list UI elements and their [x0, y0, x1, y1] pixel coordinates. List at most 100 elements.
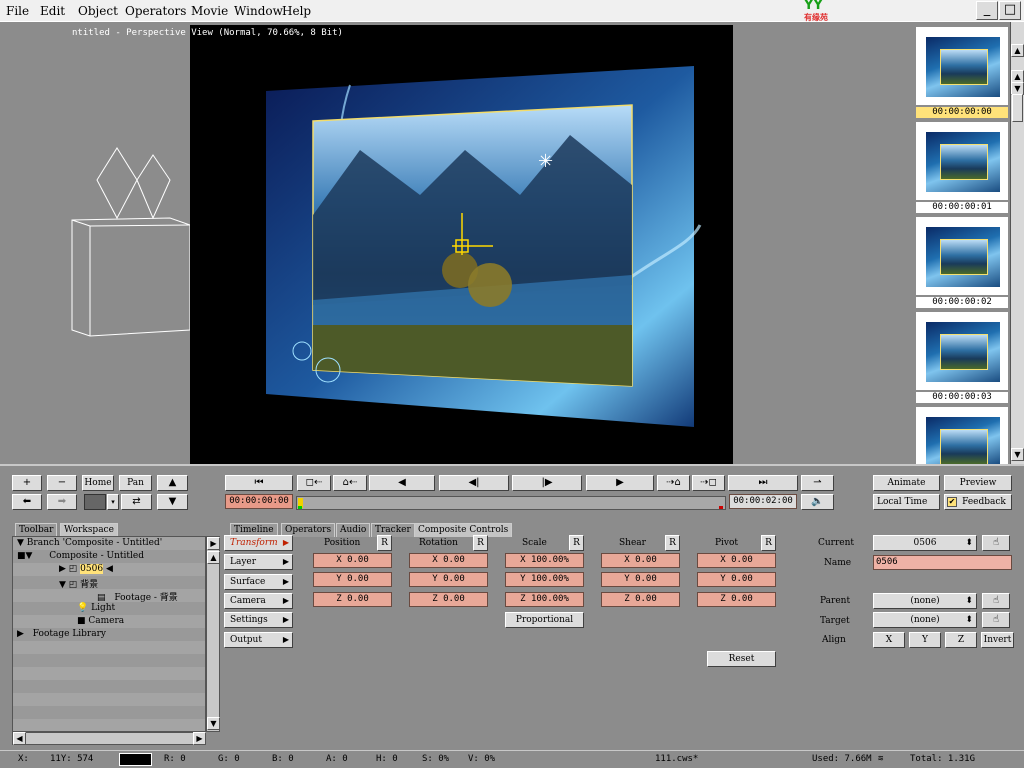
end-time-field[interactable]: 00:00:02:00 — [729, 494, 797, 509]
pan-button[interactable]: Pan — [119, 475, 152, 491]
timeline-scrubber[interactable] — [296, 496, 726, 510]
shear-reset-button[interactable]: R — [665, 535, 680, 551]
restore-button[interactable]: □ — [999, 1, 1021, 20]
film-frame[interactable] — [916, 407, 1008, 465]
up-arrow-icon[interactable]: ▲ — [157, 475, 188, 491]
color-swatch[interactable] — [84, 494, 106, 510]
align-x-button[interactable]: X — [873, 632, 905, 648]
filmstrip-scrollbar[interactable]: ▲ ▲ ▼ ▼ — [1010, 22, 1024, 464]
output-button[interactable]: Output — [224, 632, 293, 648]
go-to-end-icon[interactable]: ⏭ — [728, 475, 798, 491]
scroll-left-icon[interactable]: ◀ — [13, 732, 26, 745]
tab-workspace[interactable]: Workspace — [60, 523, 118, 537]
parent-select[interactable]: (none) ⬍ — [873, 593, 977, 609]
transform-button[interactable]: Transform — [224, 535, 293, 551]
position-z-field[interactable]: Z 0.00 — [313, 592, 392, 607]
tree-layer-bg[interactable]: ▼ ◰ 背景 — [59, 577, 98, 590]
proportional-button[interactable]: Proportional — [505, 612, 584, 628]
back-arrow-icon[interactable]: ⬅ — [12, 494, 42, 510]
menu-edit[interactable]: Edit — [40, 4, 65, 18]
tree-layer-0506[interactable]: ▶ ◰ 0506 ◀ — [59, 564, 113, 574]
go-to-start-icon[interactable]: ⏮ — [225, 475, 293, 491]
zoom-in-button[interactable]: + — [12, 475, 42, 491]
pivot-z-field[interactable]: Z 0.00 — [697, 592, 776, 607]
pick-icon[interactable]: ☝ — [982, 593, 1010, 609]
tree-composite[interactable]: ■▼ Composite - Untitled — [17, 551, 144, 561]
tree-vscrollbar[interactable]: ▶ ▲ ▼ — [206, 536, 220, 732]
rotation-x-field[interactable]: X 0.00 — [409, 553, 488, 568]
menu-movie[interactable]: Movie — [191, 4, 228, 18]
tree-camera[interactable]: ■ Camera — [77, 616, 124, 626]
speaker-icon[interactable]: 🔈 — [801, 494, 834, 510]
surface-button[interactable]: Surface — [224, 574, 293, 590]
rotation-reset-button[interactable]: R — [473, 535, 488, 551]
play-reverse-icon[interactable]: ◀ — [369, 475, 435, 491]
set-in-icon[interactable]: ◻⇠ — [297, 475, 331, 491]
feedback-checkbox[interactable]: ✔ Feedback — [944, 494, 1012, 510]
start-time-field[interactable]: 00:00:00:00 — [225, 494, 293, 509]
tab-composite-controls[interactable]: Composite Controls — [414, 523, 513, 537]
next-key-icon[interactable]: ⇢⌂ — [657, 475, 690, 491]
zoom-out-button[interactable]: − — [47, 475, 77, 491]
camera-button[interactable]: Camera — [224, 593, 293, 609]
align-z-button[interactable]: Z — [945, 632, 977, 648]
scroll-down-icon[interactable]: ▼ — [1011, 448, 1024, 461]
scale-x-field[interactable]: X 100.00% — [505, 553, 584, 568]
scroll-down-icon[interactable]: ▼ — [207, 717, 220, 730]
scale-y-field[interactable]: Y 100.00% — [505, 572, 584, 587]
reset-button[interactable]: Reset — [707, 651, 776, 667]
tree-footage-library[interactable]: ▶ Footage Library — [17, 629, 106, 639]
minimize-button[interactable]: _ — [976, 1, 998, 20]
pick-icon[interactable]: ☝ — [982, 612, 1010, 628]
name-input[interactable]: 0506 — [873, 555, 1012, 570]
play-icon[interactable]: ▶ — [586, 475, 654, 491]
invert-button[interactable]: Invert — [981, 632, 1014, 648]
step-forward-icon[interactable]: |▶ — [512, 475, 582, 491]
swatch-dropdown-icon[interactable]: ▾ — [107, 494, 119, 510]
animate-button[interactable]: Animate — [873, 475, 940, 491]
pick-icon[interactable]: ☝ — [982, 535, 1010, 551]
film-frame[interactable] — [916, 312, 1008, 390]
film-frame[interactable] — [916, 217, 1008, 295]
preview-button[interactable]: Preview — [944, 475, 1012, 491]
tree-branch[interactable]: ▼ Branch 'Composite - Untitled' — [17, 538, 162, 548]
scroll-right-icon[interactable]: ▶ — [207, 537, 220, 550]
shear-z-field[interactable]: Z 0.00 — [601, 592, 680, 607]
rotation-z-field[interactable]: Z 0.00 — [409, 592, 488, 607]
loop-icon[interactable]: ⇀ — [801, 475, 834, 491]
shear-x-field[interactable]: X 0.00 — [601, 553, 680, 568]
shear-y-field[interactable]: Y 0.00 — [601, 572, 680, 587]
scroll-right-icon[interactable]: ▶ — [193, 732, 206, 745]
forward-arrow-icon[interactable]: ➡ — [47, 494, 77, 510]
tab-toolbar[interactable]: Toolbar — [15, 523, 58, 537]
pivot-reset-button[interactable]: R — [761, 535, 776, 551]
menu-object[interactable]: Object — [78, 4, 118, 18]
film-frame[interactable] — [916, 122, 1008, 200]
local-time-select[interactable]: Local Time — [873, 494, 940, 510]
pivot-x-field[interactable]: X 0.00 — [697, 553, 776, 568]
position-x-field[interactable]: X 0.00 — [313, 553, 392, 568]
workspace-tree[interactable]: ▼ Branch 'Composite - Untitled' ■▼ Compo… — [12, 536, 206, 732]
tree-footage[interactable]: ▤ Footage - 背景 — [97, 590, 178, 603]
render-view[interactable]: ✳ — [190, 25, 733, 464]
step-back-icon[interactable]: ◀| — [439, 475, 509, 491]
menu-file[interactable]: File — [6, 4, 29, 18]
prev-key-icon[interactable]: ⌂⇠ — [333, 475, 367, 491]
menu-window[interactable]: Window — [234, 4, 283, 18]
layer-button[interactable]: Layer — [224, 554, 293, 570]
scroll-up-icon[interactable]: ▲ — [207, 551, 220, 564]
rotation-y-field[interactable]: Y 0.00 — [409, 572, 488, 587]
home-button[interactable]: Home — [82, 475, 114, 491]
scale-reset-button[interactable]: R — [569, 535, 584, 551]
settings-button[interactable]: Settings — [224, 612, 293, 628]
set-out-icon[interactable]: ⇢◻ — [692, 475, 725, 491]
position-reset-button[interactable]: R — [377, 535, 392, 551]
scroll-thumb[interactable] — [1012, 94, 1023, 122]
menu-help[interactable]: Help — [282, 4, 311, 18]
tree-light[interactable]: 💡 Light — [77, 603, 115, 613]
menu-operators[interactable]: Operators — [125, 4, 186, 18]
pivot-y-field[interactable]: Y 0.00 — [697, 572, 776, 587]
link-icon[interactable]: ⇄ — [121, 494, 152, 510]
tab-audio[interactable]: Audio — [336, 523, 371, 537]
position-y-field[interactable]: Y 0.00 — [313, 572, 392, 587]
